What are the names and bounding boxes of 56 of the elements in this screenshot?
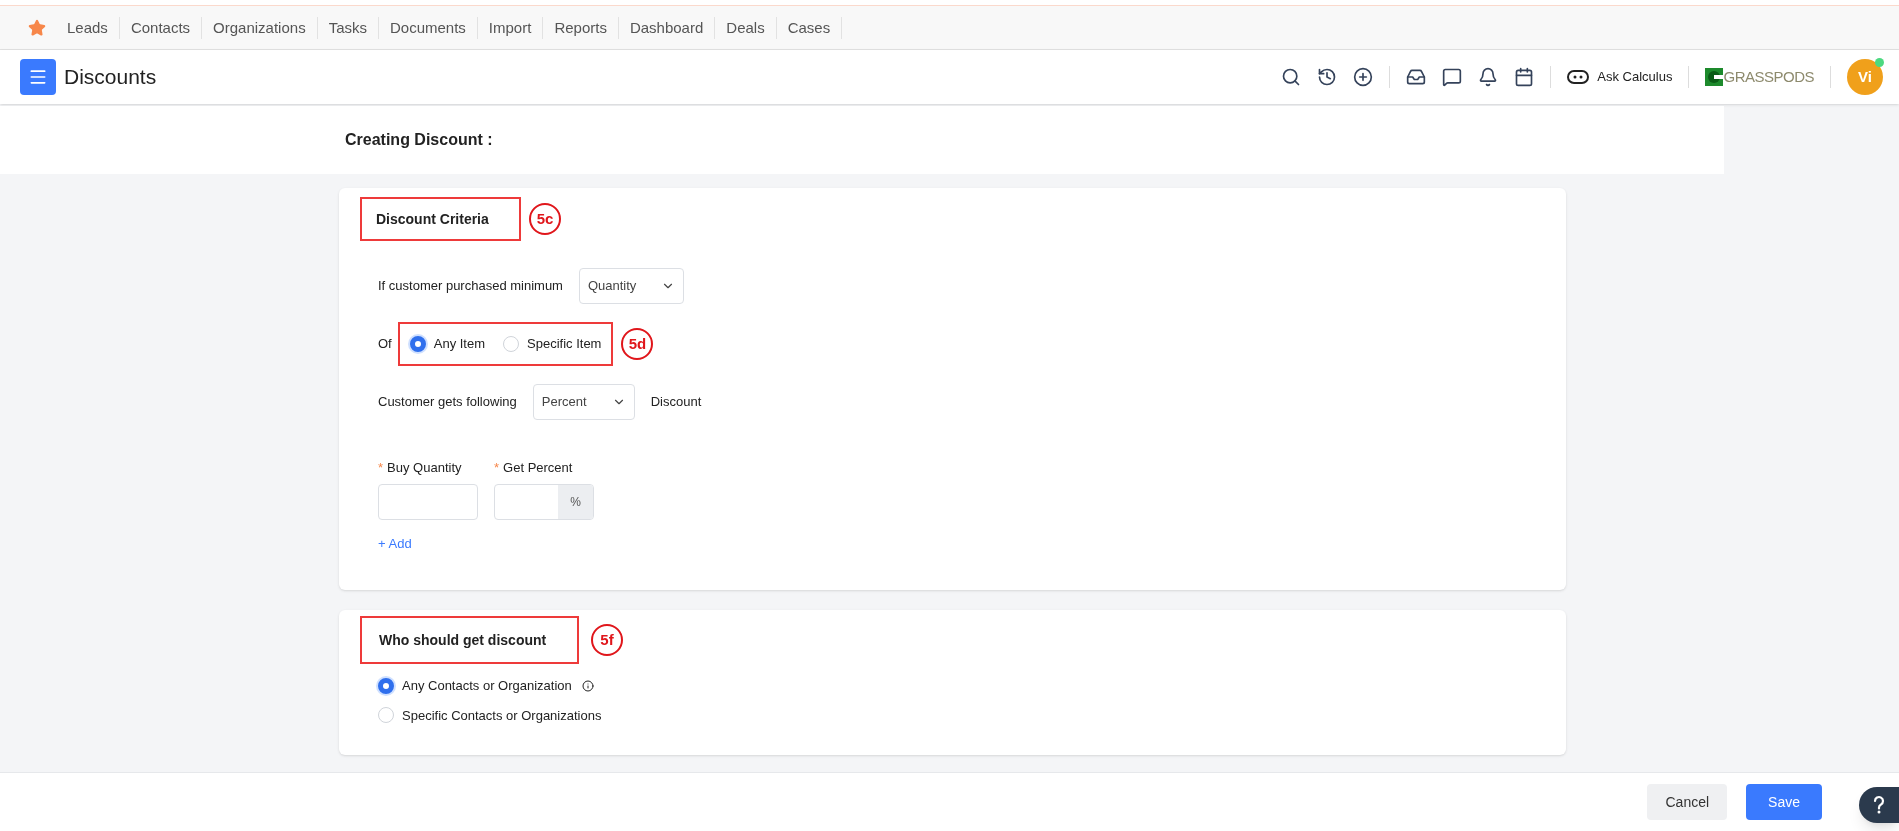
nav-link[interactable]: Tasks [317, 16, 379, 39]
input-addon: % [558, 484, 593, 519]
nav-link[interactable]: Contacts [119, 16, 203, 39]
annotation-label: 5c [529, 203, 561, 235]
add-link[interactable]: + Add [378, 533, 412, 553]
nav-link[interactable]: Import [477, 16, 544, 39]
dropdown-select[interactable]: Percent [532, 384, 635, 420]
section-heading: Who should get discount [379, 630, 547, 650]
inbox-icon[interactable] [1406, 67, 1427, 87]
required-mark: * [378, 459, 384, 477]
brand-logo-text: GRASSPODS [1723, 68, 1814, 86]
radio-button[interactable] [409, 336, 426, 352]
nav-link[interactable]: Leads [56, 16, 120, 39]
input-field[interactable]: % [494, 483, 594, 520]
search-icon[interactable] [1281, 67, 1302, 87]
field-label: Of [378, 335, 392, 354]
field-label: Discount [650, 393, 702, 412]
annotation-label: 5d [621, 328, 654, 360]
page-title: Discounts [64, 64, 157, 91]
info-icon[interactable] [581, 679, 594, 692]
nav-link[interactable]: Reports [543, 16, 619, 39]
nav-link[interactable]: Documents [379, 16, 478, 39]
form-title: Creating Discount : [345, 130, 493, 150]
nav-link[interactable]: Organizations [202, 16, 318, 39]
field-label: If customer purchased minimum [378, 277, 563, 296]
field-label: Customer gets following [378, 393, 517, 412]
logo-icon [1705, 68, 1724, 86]
menu-icon [28, 67, 48, 87]
radio-label: Specific Item [527, 335, 602, 354]
chat-icon[interactable] [1442, 67, 1463, 87]
radio-label: Any Item [433, 335, 486, 354]
radio-label: Any Contacts or Organization [402, 677, 572, 695]
help-button[interactable] [1859, 787, 1899, 823]
field-label: Buy Quantity [387, 459, 462, 477]
star-icon[interactable] [28, 18, 46, 37]
bell-icon[interactable] [1478, 67, 1499, 87]
robot-face-icon [1567, 70, 1590, 84]
nav-link[interactable]: Deals [715, 16, 777, 39]
nav-link[interactable]: Cases [776, 16, 843, 39]
add-icon[interactable] [1353, 67, 1374, 87]
input-field[interactable] [378, 483, 478, 520]
history-icon[interactable] [1317, 67, 1338, 87]
save-button[interactable]: Save [1746, 784, 1822, 820]
field-label: Get Percent [503, 459, 573, 477]
help-icon [1872, 795, 1886, 815]
section-heading: Discount Criteria [376, 209, 489, 229]
dropdown-select[interactable]: Quantity [578, 268, 684, 304]
calendar-icon[interactable] [1514, 67, 1535, 87]
required-mark: * [494, 459, 500, 477]
menu-button[interactable] [20, 59, 56, 95]
cancel-button[interactable]: Cancel [1647, 784, 1728, 820]
radio-label: Specific Contacts or Organizations [402, 706, 602, 725]
nav-link[interactable]: Dashboard [618, 16, 716, 39]
radio-button[interactable] [378, 677, 394, 694]
ask-calculus-button[interactable]: Ask Calculus [1567, 67, 1673, 87]
annotation-label: 5f [591, 624, 623, 656]
